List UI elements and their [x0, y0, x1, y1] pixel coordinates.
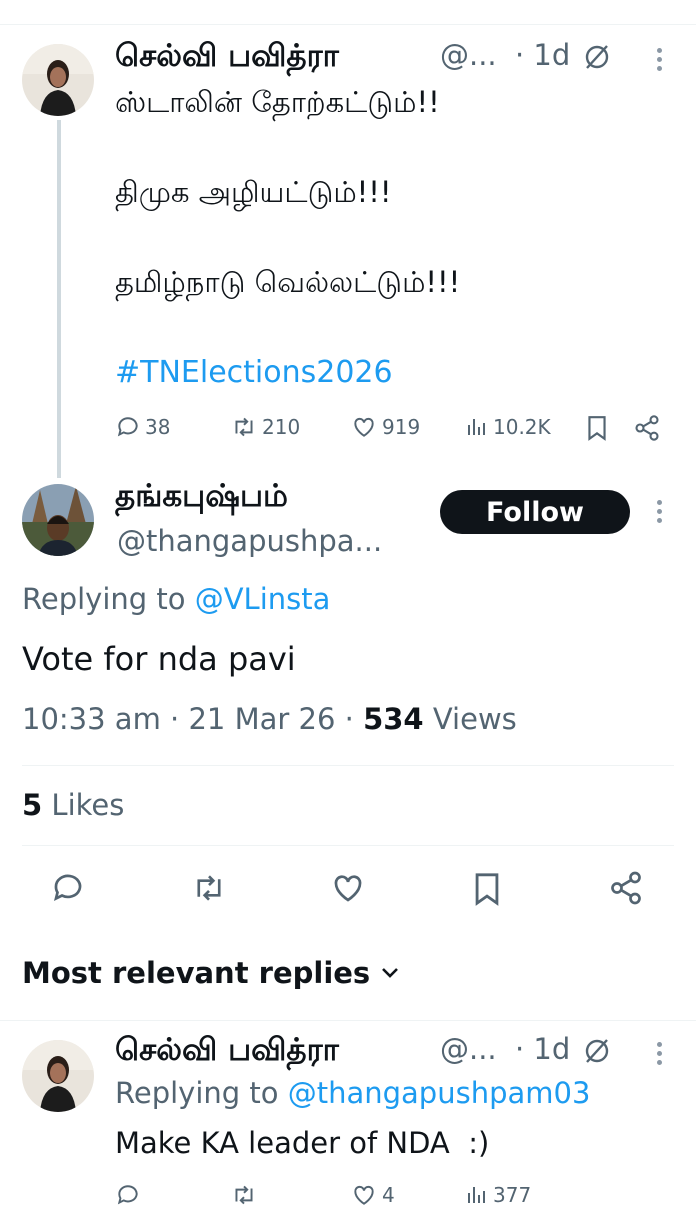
replies-sort-dropdown[interactable]: Most relevant replies: [22, 956, 400, 990]
avatar-woman-icon: [22, 1040, 94, 1112]
author-name[interactable]: செல்வி பவித்ரா: [115, 1032, 339, 1072]
avatar[interactable]: [22, 44, 94, 116]
share-button[interactable]: [633, 414, 661, 446]
share-icon: [635, 415, 659, 441]
like-button[interactable]: 4: [350, 1182, 395, 1208]
reply-icon: [53, 874, 82, 902]
divider: [22, 845, 674, 846]
tweet-meta: 10:33 am · 21 Mar 26 · 534 Views: [22, 702, 517, 736]
bookmark-button[interactable]: [470, 870, 504, 912]
like-button[interactable]: 919: [350, 414, 420, 440]
more-options-icon[interactable]: [657, 1042, 663, 1069]
views-button[interactable]: 377: [465, 1182, 531, 1208]
divider: [22, 765, 674, 766]
tweet-time[interactable]: · 1d: [515, 38, 570, 72]
more-options-icon[interactable]: [657, 48, 663, 75]
views-count: 534: [363, 702, 424, 736]
retweet-button[interactable]: [230, 1182, 262, 1208]
avatar-man-temple-icon: [22, 484, 94, 556]
chevron-down-icon: [382, 968, 399, 978]
replying-to-label: Replying to: [115, 1076, 279, 1110]
tweet-text: Vote for nda pavi: [22, 640, 296, 678]
avatar[interactable]: [22, 1040, 94, 1112]
views-label: Views: [423, 702, 517, 736]
grok-icon[interactable]: [582, 1036, 612, 1070]
reply-button[interactable]: [50, 870, 86, 910]
grok-icon[interactable]: [582, 42, 612, 76]
tweet-text: Make KA leader of NDA :): [115, 1126, 490, 1160]
replying-to-label: Replying to: [22, 582, 186, 616]
more-options-icon[interactable]: [657, 500, 663, 527]
views-button[interactable]: 10.2K: [465, 414, 551, 440]
view-count: 10.2K: [493, 415, 551, 439]
reply-icon: [117, 417, 138, 437]
avatar-woman-icon: [22, 44, 94, 116]
author-handle[interactable]: @thangapushpa...: [117, 524, 382, 558]
like-count: 919: [382, 415, 421, 439]
divider: [0, 1020, 696, 1021]
view-count: 377: [493, 1183, 532, 1207]
replying-to-handle[interactable]: @thangapushpam03: [288, 1076, 591, 1110]
heart-icon: [354, 417, 374, 437]
replying-to: Replying to @VLinsta: [22, 582, 330, 616]
tweet-line: திமுக அழியட்டும்!!!: [115, 175, 392, 209]
replies-sort-label: Most relevant replies: [22, 956, 371, 990]
retweet-icon: [197, 875, 221, 901]
author-handle[interactable]: @...: [440, 38, 497, 72]
retweet-button[interactable]: [190, 870, 228, 910]
author-name[interactable]: தங்கபுஷ்பம்: [115, 478, 288, 518]
reply-icon: [117, 1185, 138, 1205]
retweet-count: 210: [262, 415, 301, 439]
bookmark-icon: [588, 416, 606, 441]
bookmark-icon: [475, 873, 499, 906]
heart-icon: [354, 1185, 374, 1205]
follow-button[interactable]: Follow: [440, 490, 630, 534]
avatar[interactable]: [22, 484, 94, 556]
retweet-button[interactable]: 210: [230, 414, 300, 440]
reply-button[interactable]: 38: [115, 414, 170, 440]
views-chart-icon: [468, 1187, 485, 1203]
like-button[interactable]: [330, 870, 366, 910]
likes-label: Likes: [42, 788, 125, 822]
bookmark-button[interactable]: [584, 414, 610, 446]
tweet-line: ஸ்டாலின் தோற்கட்டும்!!: [115, 85, 440, 119]
likes-count: 5: [22, 788, 43, 822]
replying-to-handle[interactable]: @VLinsta: [195, 582, 331, 616]
share-icon: [611, 871, 641, 905]
author-handle[interactable]: @...: [440, 1032, 497, 1066]
timestamp[interactable]: 10:33 am · 21 Mar 26 ·: [22, 702, 363, 736]
top-divider: [0, 24, 696, 25]
replying-to: Replying to @thangapushpam03: [115, 1076, 590, 1110]
thread-line: [57, 120, 61, 478]
like-count: 4: [382, 1183, 395, 1207]
hashtag-link[interactable]: #TNElections2026: [115, 355, 393, 390]
author-name[interactable]: செல்வி பவித்ரா: [115, 38, 339, 78]
tweet-time[interactable]: · 1d: [515, 1032, 570, 1066]
retweet-icon: [235, 1185, 253, 1205]
retweet-icon: [235, 417, 253, 437]
likes-summary[interactable]: 5 Likes: [22, 788, 124, 822]
reply-button[interactable]: [115, 1182, 145, 1208]
heart-icon: [334, 875, 362, 902]
reply-count: 38: [145, 415, 171, 439]
share-button[interactable]: [608, 870, 644, 910]
tweet-line: தமிழ்நாடு வெல்லட்டும்!!!: [115, 265, 461, 299]
views-chart-icon: [468, 419, 485, 435]
